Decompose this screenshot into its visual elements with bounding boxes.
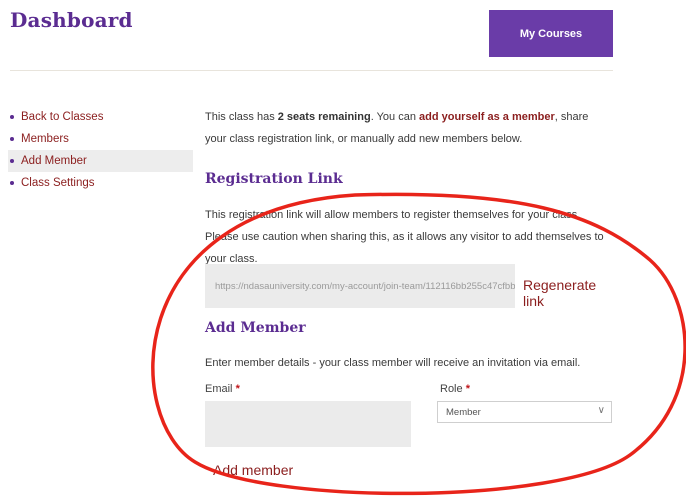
seats-remaining: 2 seats remaining: [277, 111, 371, 123]
sidebar-item-label: Back to Classes: [21, 111, 104, 123]
add-member-heading: Add Member: [205, 320, 306, 336]
role-selected-value: Member: [446, 406, 481, 418]
add-member-description: Enter member details - your class member…: [205, 357, 581, 369]
intro-middle: . You can: [370, 111, 420, 123]
registration-heading: Registration Link: [205, 171, 343, 187]
sidebar-nav: Back to Classes Members Add Member Class…: [8, 106, 193, 194]
sidebar-item-members[interactable]: Members: [8, 128, 193, 150]
role-select[interactable]: Member ∨: [437, 401, 612, 423]
sidebar-item-class-settings[interactable]: Class Settings: [8, 172, 193, 194]
sidebar-item-label: Add Member: [21, 155, 87, 167]
page-title: Dashboard: [10, 8, 133, 32]
email-field[interactable]: [205, 401, 411, 447]
bullet-icon: [10, 181, 14, 185]
role-label-text: Role: [440, 383, 463, 395]
header-divider: [10, 70, 613, 71]
regenerate-link-button[interactable]: Regenerate link: [523, 277, 610, 309]
chevron-down-icon: ∨: [597, 405, 605, 416]
intro-prefix: This class has: [205, 111, 278, 123]
required-mark: *: [465, 383, 470, 395]
registration-description: This registration link will allow member…: [205, 209, 604, 265]
bullet-icon: [10, 159, 14, 163]
required-mark: *: [235, 383, 240, 395]
bullet-icon: [10, 137, 14, 141]
bullet-icon: [10, 115, 14, 119]
sidebar-item-back-to-classes[interactable]: Back to Classes: [8, 106, 193, 128]
email-label: Email *: [205, 383, 240, 395]
sidebar-item-label: Members: [21, 133, 69, 145]
registration-link-field[interactable]: https://ndasauniversity.com/my-account/j…: [205, 264, 515, 308]
sidebar-item-label: Class Settings: [21, 177, 95, 189]
intro-text: This class has 2 seats remaining. You ca…: [205, 106, 610, 150]
sidebar-item-add-member[interactable]: Add Member: [8, 150, 193, 172]
role-label: Role *: [440, 383, 470, 395]
my-courses-button[interactable]: My Courses: [489, 10, 613, 57]
email-label-text: Email: [205, 383, 233, 395]
add-member-button[interactable]: Add member: [213, 462, 293, 478]
add-yourself-link[interactable]: add yourself as a member: [419, 111, 555, 123]
